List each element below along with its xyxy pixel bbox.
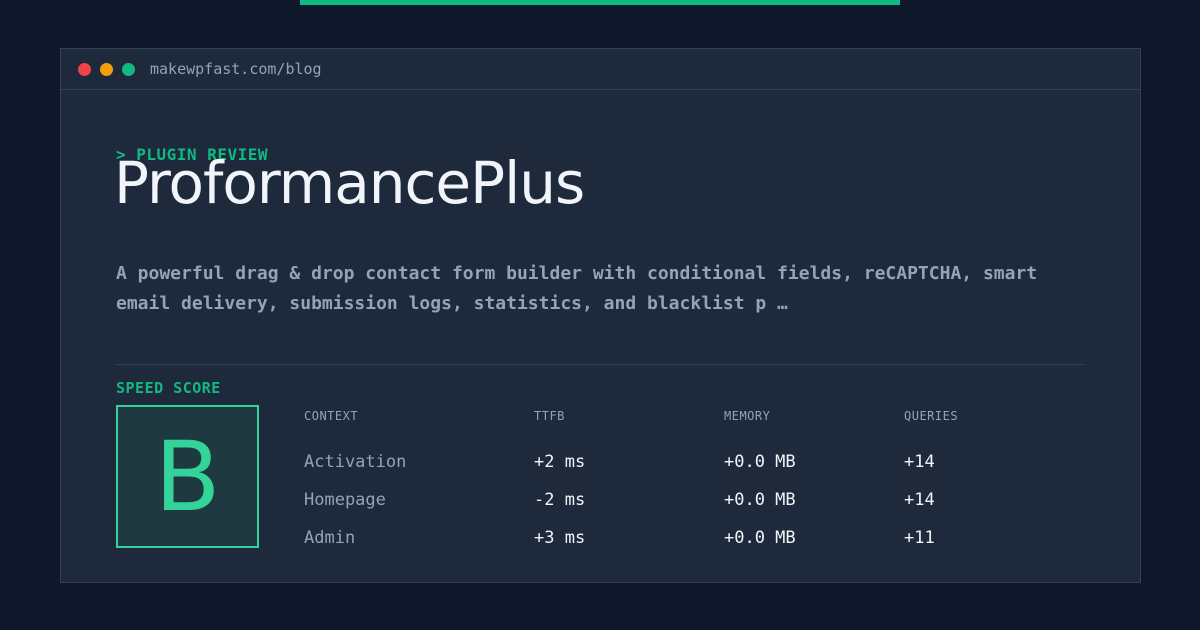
table-header-row: CONTEXT TTFB MEMORY QUERIES — [304, 407, 1064, 425]
speed-grade-badge: B — [116, 405, 259, 548]
memory-cell: +0.0 MB — [724, 452, 796, 472]
context-cell: Admin — [304, 528, 356, 548]
column-header-memory: MEMORY — [724, 409, 771, 423]
ttfb-cell: -2 ms — [534, 490, 586, 510]
context-cell: Activation — [304, 452, 407, 472]
table-row: Homepage -2 ms +0.0 MB +14 — [304, 481, 1064, 519]
browser-window: makewpfast.com/blog > PLUGIN REVIEW Prof… — [60, 48, 1141, 583]
speed-grade: B — [154, 420, 221, 533]
minimize-window-dot-icon[interactable] — [100, 62, 113, 76]
column-header-queries: QUERIES — [904, 409, 959, 423]
page-url: makewpfast.com/blog — [150, 60, 322, 78]
memory-cell: +0.0 MB — [724, 490, 796, 510]
performance-table: CONTEXT TTFB MEMORY QUERIES Activation +… — [304, 407, 1064, 557]
table-row: Activation +2 ms +0.0 MB +14 — [304, 443, 1064, 481]
column-header-context: CONTEXT — [304, 409, 359, 423]
queries-cell: +14 — [904, 452, 935, 472]
divider — [116, 364, 1085, 365]
context-cell: Homepage — [304, 490, 386, 510]
column-header-ttfb: TTFB — [534, 409, 565, 423]
maximize-window-dot-icon[interactable] — [122, 62, 135, 76]
top-accent-bar — [300, 0, 900, 5]
ttfb-cell: +3 ms — [534, 528, 586, 548]
plugin-description: A powerful drag & drop contact form buil… — [116, 263, 1038, 314]
close-window-dot-icon[interactable] — [78, 62, 91, 76]
ttfb-cell: +2 ms — [534, 452, 586, 472]
plugin-title: ProformancePlus — [114, 149, 585, 217]
memory-cell: +0.0 MB — [724, 528, 796, 548]
window-titlebar: makewpfast.com/blog — [61, 49, 1140, 90]
table-row: Admin +3 ms +0.0 MB +11 — [304, 519, 1064, 557]
speed-score-label: SPEED SCORE — [116, 379, 221, 397]
queries-cell: +14 — [904, 490, 935, 510]
queries-cell: +11 — [904, 528, 935, 548]
